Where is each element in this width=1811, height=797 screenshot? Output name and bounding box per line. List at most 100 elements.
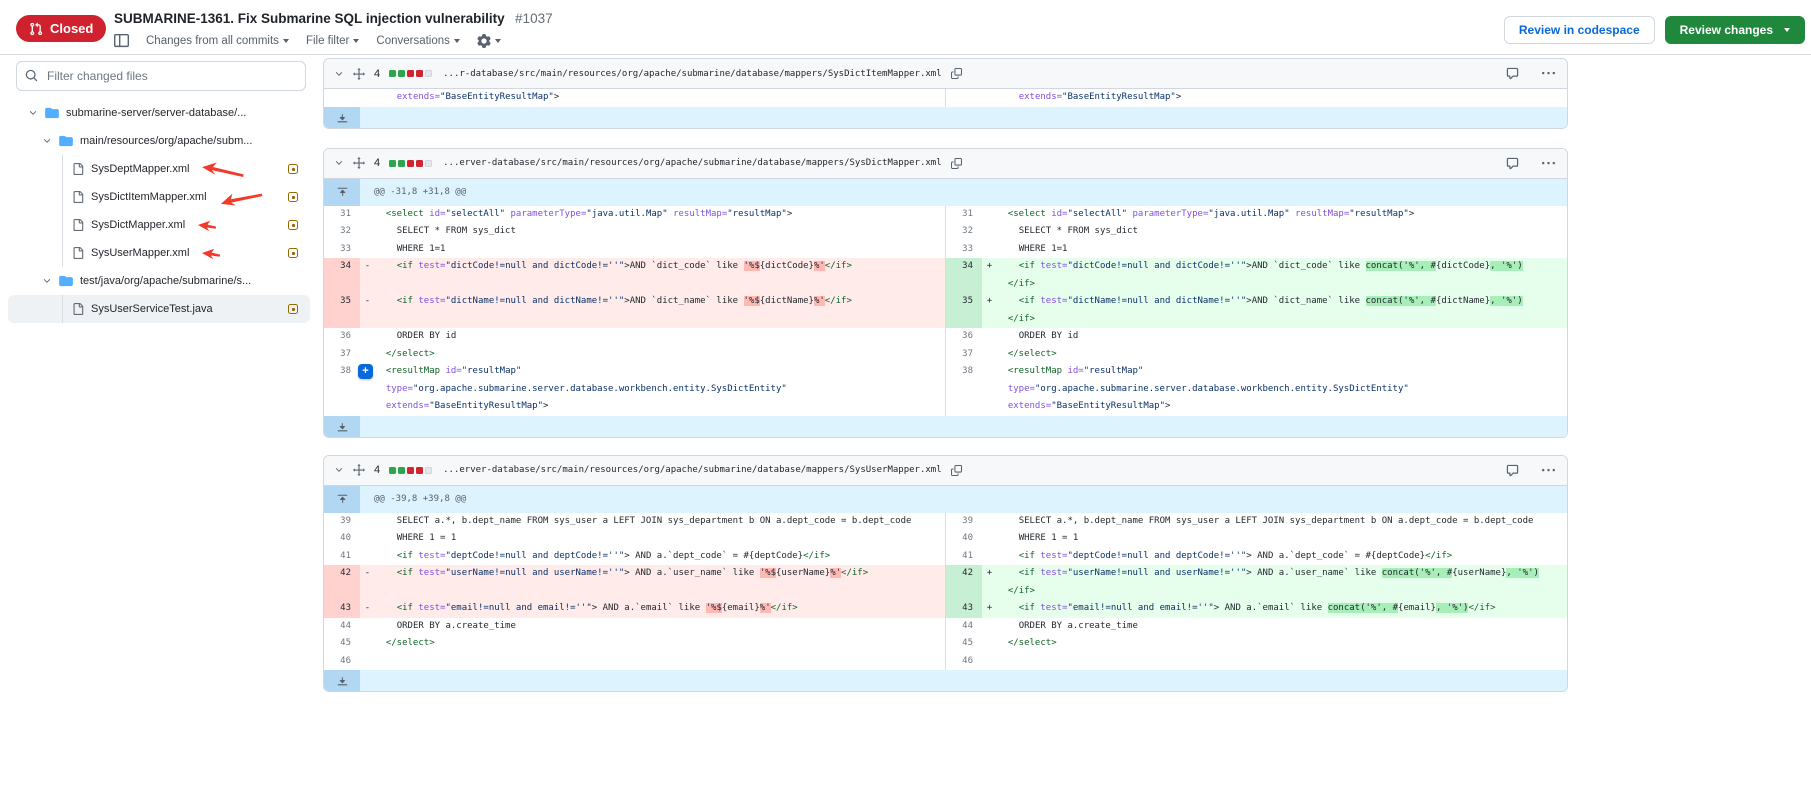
- review-in-codespace-button[interactable]: Review in codespace: [1504, 16, 1655, 44]
- line-number[interactable]: 34: [324, 258, 360, 293]
- line-number[interactable]: 39: [324, 513, 360, 531]
- tree-folder-item[interactable]: test/java/org/apache/submarine/s...: [8, 267, 310, 295]
- line-number[interactable]: 41: [946, 548, 982, 566]
- menu-conversations[interactable]: Conversations: [376, 35, 460, 47]
- diffstat-square: [425, 160, 432, 167]
- review-changes-button[interactable]: Review changes: [1665, 16, 1805, 44]
- line-number[interactable]: 43: [946, 600, 982, 618]
- line-number[interactable]: 34: [946, 258, 982, 293]
- copy-path-icon[interactable]: [951, 158, 962, 169]
- line-number[interactable]: 32: [324, 223, 360, 241]
- expand-up-button[interactable]: [324, 486, 360, 513]
- expand-down-button[interactable]: [324, 416, 360, 437]
- sidebar-toggle-icon[interactable]: [114, 33, 129, 48]
- comment-icon[interactable]: [1506, 157, 1519, 170]
- git-pull-request-icon: [29, 22, 43, 36]
- collapse-file-chevron-icon[interactable]: [334, 465, 344, 475]
- line-number[interactable]: 32: [946, 223, 982, 241]
- kebab-menu-icon[interactable]: [1542, 157, 1555, 170]
- line-number[interactable]: 43: [324, 600, 360, 618]
- line-number[interactable]: 37: [946, 346, 982, 364]
- line-number[interactable]: 36: [946, 328, 982, 346]
- line-number[interactable]: 44: [324, 618, 360, 636]
- tree-file-item[interactable]: SysDeptMapper.xml: [8, 155, 310, 183]
- expand-up-icon: [337, 494, 348, 505]
- add-comment-button[interactable]: +: [358, 364, 373, 379]
- line-number[interactable]: 42: [324, 565, 360, 600]
- collapse-file-chevron-icon[interactable]: [334, 158, 344, 168]
- filter-files-box: [16, 61, 306, 91]
- drag-handle-icon[interactable]: [353, 157, 365, 169]
- line-number[interactable]: 33: [324, 241, 360, 259]
- line-number[interactable]: [946, 89, 982, 107]
- tree-file-item[interactable]: SysUserServiceTest.java: [8, 295, 310, 323]
- line-number[interactable]: 38+: [324, 363, 360, 416]
- tree-file-item[interactable]: SysDictItemMapper.xml: [8, 183, 310, 211]
- kebab-menu-icon[interactable]: [1542, 67, 1555, 80]
- chevron-down-icon: [353, 39, 359, 43]
- filter-changed-files-input[interactable]: [16, 61, 306, 91]
- diffstat-square: [425, 70, 432, 77]
- line-number[interactable]: 45: [946, 635, 982, 653]
- line-number[interactable]: 44: [946, 618, 982, 636]
- chevron-down-icon: [28, 108, 38, 118]
- tree-file-item[interactable]: SysDictMapper.xml: [8, 211, 310, 239]
- file-path: ...erver-database/src/main/resources/org…: [443, 465, 942, 475]
- menu-changes-from-all-commits[interactable]: Changes from all commits: [146, 35, 289, 47]
- code-cell: extends="BaseEntityResultMap">: [997, 89, 1567, 107]
- diff-file-header: 4...erver-database/src/main/resources/or…: [324, 456, 1567, 486]
- diffstat-square: [407, 467, 414, 474]
- line-number[interactable]: 33: [946, 241, 982, 259]
- line-number[interactable]: 35: [946, 293, 982, 328]
- status-badge: Closed: [16, 15, 106, 42]
- comment-icon[interactable]: [1506, 464, 1519, 477]
- kebab-menu-icon[interactable]: [1542, 464, 1555, 477]
- diff-row: 39 SELECT a.*, b.dept_name FROM sys_user…: [324, 513, 1567, 531]
- diff-new-side: 39 SELECT a.*, b.dept_name FROM sys_user…: [946, 513, 1567, 531]
- comment-icon[interactable]: [1506, 67, 1519, 80]
- copy-path-icon[interactable]: [951, 68, 962, 79]
- expand-down-button[interactable]: [324, 670, 360, 691]
- line-number[interactable]: 46: [946, 653, 982, 671]
- line-number[interactable]: 42: [946, 565, 982, 600]
- expand-up-icon: [337, 187, 348, 198]
- expand-up-button[interactable]: [324, 179, 360, 206]
- line-number[interactable]: 31: [946, 206, 982, 224]
- line-number[interactable]: 45: [324, 635, 360, 653]
- line-number[interactable]: 35: [324, 293, 360, 328]
- diffstat-square: [398, 160, 405, 167]
- file-modified-icon: [288, 220, 298, 230]
- copy-path-icon[interactable]: [951, 465, 962, 476]
- diff-old-side: extends="BaseEntityResultMap">: [324, 89, 946, 107]
- tree-file-item[interactable]: SysUserMapper.xml: [8, 239, 310, 267]
- tree-folder-item[interactable]: main/resources/org/apache/subm...: [8, 127, 310, 155]
- drag-handle-icon[interactable]: [353, 68, 365, 80]
- diff-old-side: 33 WHERE 1=1: [324, 241, 946, 259]
- line-number[interactable]: [324, 89, 360, 107]
- code-cell: WHERE 1 = 1: [375, 530, 945, 548]
- expand-down-button[interactable]: [324, 107, 360, 128]
- tree-folder-item[interactable]: submarine-server/server-database/...: [8, 99, 310, 127]
- line-number[interactable]: 40: [324, 530, 360, 548]
- code-cell: WHERE 1=1: [997, 241, 1567, 259]
- annotation-arrow-icon: [197, 219, 217, 232]
- code-cell: </select>: [375, 346, 945, 364]
- collapse-file-chevron-icon[interactable]: [334, 69, 344, 79]
- line-number[interactable]: 46: [324, 653, 360, 671]
- hunk-header-row: @@ -39,8 +39,8 @@: [324, 486, 1567, 513]
- line-number[interactable]: 31: [324, 206, 360, 224]
- diff-old-side: 32 SELECT * FROM sys_dict: [324, 223, 946, 241]
- code-cell: <if test="dictName!=null and dictName!='…: [997, 293, 1567, 328]
- line-number[interactable]: 39: [946, 513, 982, 531]
- line-number[interactable]: 41: [324, 548, 360, 566]
- line-number[interactable]: 38: [946, 363, 982, 416]
- diff-old-side: 34- <if test="dictCode!=null and dictCod…: [324, 258, 946, 293]
- diff-settings-gear[interactable]: [477, 34, 501, 48]
- code-cell: <if test="email!=null and email!=''"> AN…: [375, 600, 945, 618]
- drag-handle-icon[interactable]: [353, 464, 365, 476]
- menu-file-filter[interactable]: File filter: [306, 35, 359, 47]
- line-number[interactable]: 37: [324, 346, 360, 364]
- line-number[interactable]: 36: [324, 328, 360, 346]
- diff-old-side: 41 <if test="deptCode!=null and deptCode…: [324, 548, 946, 566]
- line-number[interactable]: 40: [946, 530, 982, 548]
